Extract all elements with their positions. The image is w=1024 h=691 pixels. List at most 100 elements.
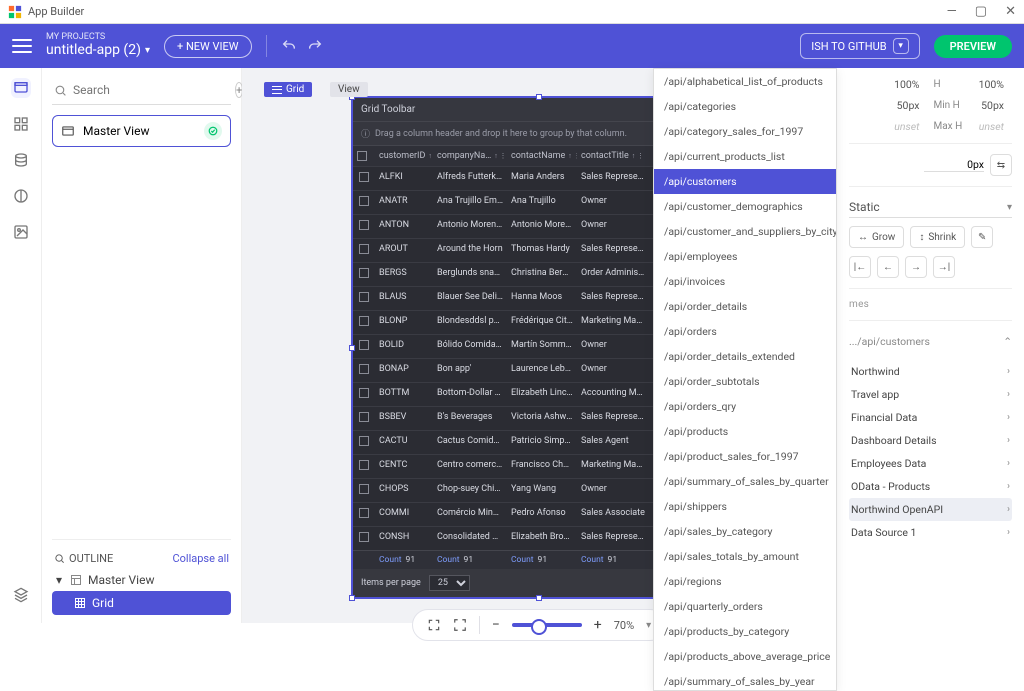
menu-button[interactable]: [12, 39, 32, 53]
data-source-item[interactable]: Northwind›: [849, 360, 1012, 383]
api-endpoint-item[interactable]: /api/employees: [654, 244, 836, 269]
api-endpoint-item[interactable]: /api/summary_of_sales_by_year: [654, 669, 836, 691]
select-all-checkbox[interactable]: [357, 151, 367, 161]
row-checkbox[interactable]: [359, 460, 369, 470]
zoom-in-button[interactable]: +: [594, 617, 602, 633]
row-checkbox[interactable]: [359, 244, 369, 254]
resize-handle[interactable]: [349, 595, 355, 601]
data-tab[interactable]: [11, 150, 31, 170]
data-source-item[interactable]: Data Source 1›: [849, 521, 1012, 544]
api-endpoint-item[interactable]: /api/current_products_list: [654, 144, 836, 169]
row-checkbox[interactable]: [359, 220, 369, 230]
row-checkbox[interactable]: [359, 532, 369, 542]
minw-value[interactable]: 50px: [889, 99, 928, 112]
data-source-item[interactable]: Northwind OpenAPI›: [849, 498, 1012, 521]
row-checkbox[interactable]: [359, 316, 369, 326]
assets-tab[interactable]: [11, 222, 31, 242]
row-checkbox[interactable]: [359, 292, 369, 302]
tree-item-grid[interactable]: · Grid: [52, 591, 231, 615]
api-endpoint-item[interactable]: /api/order_details: [654, 294, 836, 319]
page-size-select[interactable]: 25: [429, 575, 470, 591]
fit-screen-button[interactable]: [427, 618, 441, 632]
row-checkbox[interactable]: [359, 412, 369, 422]
column-header[interactable]: companyNa…↑ ⋮: [433, 146, 507, 166]
row-checkbox[interactable]: [359, 340, 369, 350]
window-minimize-button[interactable]: —: [947, 4, 957, 19]
margin-input[interactable]: [924, 158, 984, 172]
row-checkbox[interactable]: [359, 196, 369, 206]
maxw-value[interactable]: unset: [889, 120, 928, 133]
window-maximize-button[interactable]: ▢: [975, 4, 987, 19]
layers-button[interactable]: [11, 585, 31, 605]
redo-button[interactable]: [307, 38, 323, 54]
shrink-toggle[interactable]: ↕Shrink: [910, 226, 965, 248]
align-next-button[interactable]: →: [905, 256, 927, 278]
data-source-item[interactable]: OData - Products›: [849, 475, 1012, 498]
views-tab[interactable]: [11, 78, 31, 98]
data-source-item[interactable]: Travel app›: [849, 383, 1012, 406]
api-endpoint-item[interactable]: /api/shippers: [654, 494, 836, 519]
row-checkbox[interactable]: [359, 268, 369, 278]
api-endpoint-item[interactable]: /api/categories: [654, 94, 836, 119]
api-endpoint-item[interactable]: /api/category_sales_for_1997: [654, 119, 836, 144]
api-endpoint-item[interactable]: /api/customer_demographics: [654, 194, 836, 219]
maxh-value[interactable]: unset: [974, 120, 1013, 133]
data-source-current[interactable]: .../api/customers ⌃: [849, 331, 1012, 352]
row-checkbox[interactable]: [359, 484, 369, 494]
theme-tab[interactable]: [11, 186, 31, 206]
preview-button[interactable]: PREVIEW: [934, 35, 1012, 58]
zoom-slider[interactable]: [512, 623, 582, 627]
project-selector[interactable]: MY PROJECTS untitled-app (2) ▾: [46, 33, 150, 58]
link-margins-button[interactable]: ⇆: [990, 154, 1012, 176]
api-endpoint-item[interactable]: /api/summary_of_sales_by_quarter: [654, 469, 836, 494]
new-view-button[interactable]: + NEW VIEW: [164, 35, 252, 58]
api-endpoint-item[interactable]: /api/orders_qry: [654, 394, 836, 419]
column-header[interactable]: contactName↑ ⋮: [507, 146, 577, 166]
api-endpoint-item[interactable]: /api/order_details_extended: [654, 344, 836, 369]
api-endpoint-item[interactable]: /api/product_sales_for_1997: [654, 444, 836, 469]
chevron-down-icon[interactable]: ▾: [646, 620, 651, 631]
window-close-button[interactable]: ✕: [1005, 4, 1016, 19]
selection-label[interactable]: Grid: [264, 82, 312, 97]
api-endpoint-item[interactable]: /api/products: [654, 419, 836, 444]
api-endpoint-item[interactable]: /api/sales_totals_by_amount: [654, 544, 836, 569]
row-checkbox[interactable]: [359, 388, 369, 398]
align-start-button[interactable]: |←: [849, 256, 871, 278]
api-endpoint-item[interactable]: /api/regions: [654, 569, 836, 594]
data-source-item[interactable]: Financial Data›: [849, 406, 1012, 429]
view-item-master[interactable]: Master View: [52, 115, 231, 147]
minh-value[interactable]: 50px: [974, 99, 1013, 112]
grow-toggle[interactable]: ↔Grow: [849, 226, 904, 248]
width-value[interactable]: 100%: [889, 78, 928, 91]
expand-button[interactable]: [453, 618, 467, 632]
collapse-all-button[interactable]: Collapse all: [172, 552, 229, 565]
search-input[interactable]: [73, 83, 229, 97]
api-endpoint-item[interactable]: /api/alphabetical_list_of_products: [654, 69, 836, 94]
row-checkbox[interactable]: [359, 172, 369, 182]
api-endpoint-dropdown[interactable]: /api/alphabetical_list_of_products/api/c…: [653, 68, 837, 691]
api-endpoint-item[interactable]: /api/customers: [654, 169, 836, 194]
resize-handle[interactable]: [349, 345, 355, 351]
api-endpoint-item[interactable]: /api/quarterly_orders: [654, 594, 836, 619]
align-prev-button[interactable]: ←: [877, 256, 899, 278]
edit-flex-button[interactable]: ✎: [971, 226, 993, 248]
zoom-out-button[interactable]: −: [492, 617, 500, 633]
row-checkbox[interactable]: [359, 508, 369, 518]
position-select[interactable]: Static ▾: [849, 197, 1012, 218]
components-tab[interactable]: [11, 114, 31, 134]
publish-github-button[interactable]: ISH TO GITHUB ▾: [800, 33, 919, 59]
api-endpoint-item[interactable]: /api/invoices: [654, 269, 836, 294]
undo-button[interactable]: [281, 38, 297, 54]
align-end-button[interactable]: →|: [933, 256, 955, 278]
column-header[interactable]: customerID↑ ⋮: [375, 146, 433, 166]
api-endpoint-item[interactable]: /api/sales_by_category: [654, 519, 836, 544]
api-endpoint-item[interactable]: /api/orders: [654, 319, 836, 344]
chevron-down-icon[interactable]: ▾: [893, 38, 909, 54]
data-source-item[interactable]: Dashboard Details›: [849, 429, 1012, 452]
row-checkbox[interactable]: [359, 436, 369, 446]
tree-item-master-view[interactable]: ▾ Master View: [52, 569, 231, 591]
resize-handle[interactable]: [536, 595, 542, 601]
chevron-down-icon[interactable]: ▾: [54, 573, 64, 587]
api-endpoint-item[interactable]: /api/order_subtotals: [654, 369, 836, 394]
height-value[interactable]: 100%: [974, 78, 1013, 91]
